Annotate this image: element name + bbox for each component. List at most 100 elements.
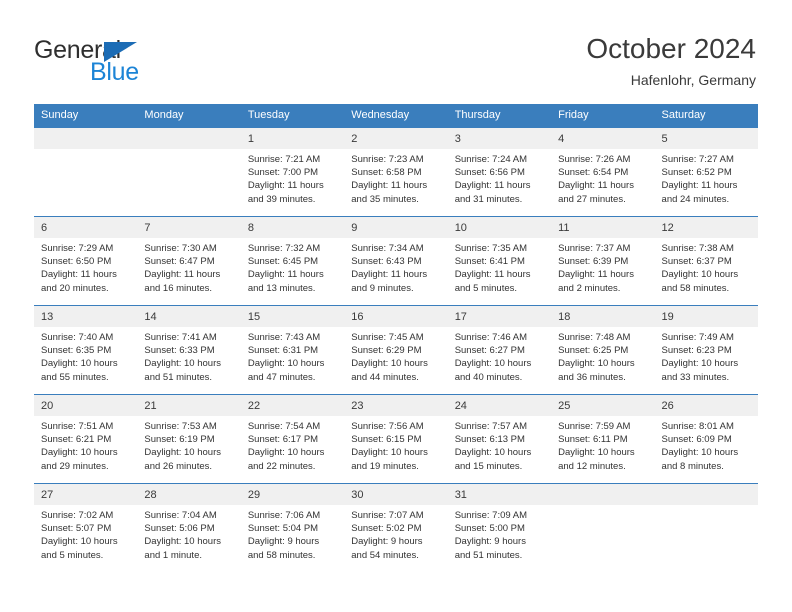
sunset-text: Sunset: 6:09 PM bbox=[661, 434, 732, 446]
calendar-day-cell[interactable]: 11 Sunrise: 7:37 AM Sunset: 6:39 PM Dayligh… bbox=[551, 216, 655, 306]
day-details: Sunrise: 7:04 AM Sunset: 5:06 PM Daylight:… bbox=[137, 505, 240, 562]
daylight-text-line2: and 36 minutes. bbox=[558, 371, 626, 383]
calendar-day-cell[interactable]: 10 Sunrise: 7:35 AM Sunset: 6:41 PM Dayligh… bbox=[447, 216, 552, 306]
day-details: Sunrise: 7:26 AM Sunset: 6:54 PM Daylight:… bbox=[551, 149, 654, 206]
daylight-text-line1: Daylight: 11 hours bbox=[41, 269, 117, 281]
weekday-header-saturday: Saturday bbox=[654, 104, 758, 128]
sunrise-text: Sunrise: 7:04 AM bbox=[144, 510, 217, 521]
calendar-day-cell[interactable]: 1 Sunrise: 7:21 AM Sunset: 7:00 PM Daylight… bbox=[240, 127, 345, 217]
day-number: 21 bbox=[137, 395, 241, 416]
calendar-day-cell[interactable]: 16 Sunrise: 7:45 AM Sunset: 6:29 PM Dayligh… bbox=[344, 305, 448, 395]
calendar-empty-cell bbox=[654, 483, 758, 572]
calendar-day-cell[interactable]: 20 Sunrise: 7:51 AM Sunset: 6:21 PM Dayligh… bbox=[34, 394, 138, 484]
calendar-day-cell[interactable]: 18 Sunrise: 7:48 AM Sunset: 6:25 PM Dayligh… bbox=[551, 305, 655, 395]
sunrise-text: Sunrise: 7:57 AM bbox=[454, 421, 528, 432]
calendar-day-cell[interactable]: 8 Sunrise: 7:32 AM Sunset: 6:45 PM Daylight… bbox=[240, 216, 345, 306]
daylight-text-line1: Daylight: 11 hours bbox=[247, 180, 324, 192]
daylight-text-line1: Daylight: 11 hours bbox=[247, 269, 324, 281]
calendar-day-cell[interactable]: 21 Sunrise: 7:53 AM Sunset: 6:19 PM Dayligh… bbox=[137, 394, 241, 484]
daylight-text-line1: Daylight: 10 hours bbox=[41, 358, 118, 370]
daylight-text-line2: and 33 minutes. bbox=[661, 371, 730, 383]
calendar-day-cell[interactable]: 4 Sunrise: 7:26 AM Sunset: 6:54 PM Daylight… bbox=[551, 127, 655, 217]
calendar-day-cell[interactable]: 6 Sunrise: 7:29 AM Sunset: 6:50 PM Daylight… bbox=[34, 216, 138, 306]
day-number: 7 bbox=[137, 217, 241, 238]
calendar-week-row: 13 Sunrise: 7:40 AM Sunset: 6:35 PM Dayligh… bbox=[34, 305, 758, 395]
calendar-week-row: 27 Sunrise: 7:02 AM Sunset: 5:07 PM Dayligh… bbox=[34, 483, 758, 572]
calendar-day-cell[interactable]: 26 Sunrise: 8:01 AM Sunset: 6:09 PM Dayligh… bbox=[654, 394, 758, 484]
sunset-text: Sunset: 6:27 PM bbox=[454, 345, 525, 357]
sunrise-text: Sunrise: 7:49 AM bbox=[661, 332, 734, 343]
sunrise-text: Sunrise: 7:56 AM bbox=[351, 421, 424, 432]
calendar-day-cell[interactable]: 14 Sunrise: 7:41 AM Sunset: 6:33 PM Dayligh… bbox=[137, 305, 241, 395]
day-number: 12 bbox=[654, 217, 758, 238]
day-number: 3 bbox=[447, 128, 552, 149]
day-details: Sunrise: 7:59 AM Sunset: 6:11 PM Daylight:… bbox=[551, 416, 654, 473]
calendar-day-cell[interactable]: 28 Sunrise: 7:04 AM Sunset: 5:06 PM Dayligh… bbox=[137, 483, 241, 572]
sunset-text: Sunset: 6:35 PM bbox=[41, 345, 112, 357]
day-details: Sunrise: 7:46 AM Sunset: 6:27 PM Daylight:… bbox=[448, 327, 551, 384]
calendar-day-cell[interactable]: 13 Sunrise: 7:40 AM Sunset: 6:35 PM Dayligh… bbox=[34, 305, 138, 395]
day-details: Sunrise: 7:41 AM Sunset: 6:33 PM Daylight:… bbox=[137, 327, 240, 384]
daylight-text-line2: and 2 minutes. bbox=[558, 282, 621, 294]
brand-logo[interactable]: General Blue bbox=[34, 36, 214, 88]
sunrise-text: Sunrise: 7:51 AM bbox=[41, 421, 114, 432]
sunset-text: Sunset: 6:23 PM bbox=[661, 345, 732, 357]
calendar-day-cell[interactable]: 5 Sunrise: 7:27 AM Sunset: 6:52 PM Daylight… bbox=[654, 127, 758, 217]
daylight-text-line1: Daylight: 10 hours bbox=[144, 536, 221, 548]
calendar-day-cell[interactable]: 25 Sunrise: 7:59 AM Sunset: 6:11 PM Dayligh… bbox=[551, 394, 655, 484]
sunset-text: Sunset: 6:50 PM bbox=[41, 256, 112, 268]
daylight-text-line1: Daylight: 11 hours bbox=[558, 269, 634, 281]
day-number bbox=[137, 128, 241, 149]
calendar-day-cell[interactable]: 7 Sunrise: 7:30 AM Sunset: 6:47 PM Daylight… bbox=[137, 216, 241, 306]
daylight-text-line1: Daylight: 9 hours bbox=[454, 536, 526, 548]
daylight-text-line1: Daylight: 10 hours bbox=[144, 358, 221, 370]
sunrise-text: Sunrise: 7:35 AM bbox=[454, 243, 528, 254]
daylight-text-line2: and 5 minutes. bbox=[454, 282, 518, 294]
daylight-text-line2: and 54 minutes. bbox=[351, 549, 419, 561]
sunset-text: Sunset: 5:04 PM bbox=[247, 523, 319, 535]
daylight-text-line1: Daylight: 10 hours bbox=[558, 358, 635, 370]
calendar-grid: Sunday Monday Tuesday Wednesday Thursday… bbox=[34, 104, 758, 572]
calendar-day-cell[interactable]: 22 Sunrise: 7:54 AM Sunset: 6:17 PM Dayligh… bbox=[240, 394, 345, 484]
daylight-text-line2: and 22 minutes. bbox=[247, 460, 316, 472]
daylight-text-line1: Daylight: 10 hours bbox=[41, 447, 118, 459]
calendar-day-cell[interactable]: 23 Sunrise: 7:56 AM Sunset: 6:15 PM Dayligh… bbox=[344, 394, 448, 484]
calendar-day-cell[interactable]: 3 Sunrise: 7:24 AM Sunset: 6:56 PM Daylight… bbox=[447, 127, 552, 217]
sunset-text: Sunset: 5:06 PM bbox=[144, 523, 215, 535]
daylight-text-line1: Daylight: 11 hours bbox=[454, 180, 531, 192]
day-details: Sunrise: 7:54 AM Sunset: 6:17 PM Daylight:… bbox=[241, 416, 344, 473]
calendar-page: General Blue October 2024 Hafenlohr, Ger… bbox=[0, 0, 792, 612]
calendar-day-cell[interactable]: 15 Sunrise: 7:43 AM Sunset: 6:31 PM Dayligh… bbox=[240, 305, 345, 395]
calendar-day-cell[interactable]: 17 Sunrise: 7:46 AM Sunset: 6:27 PM Dayligh… bbox=[447, 305, 552, 395]
daylight-text-line2: and 16 minutes. bbox=[144, 282, 213, 294]
daylight-text-line1: Daylight: 11 hours bbox=[144, 269, 221, 281]
sunrise-text: Sunrise: 7:46 AM bbox=[454, 332, 528, 343]
calendar-day-cell[interactable]: 19 Sunrise: 7:49 AM Sunset: 6:23 PM Dayligh… bbox=[654, 305, 758, 395]
calendar-day-cell[interactable]: 29 Sunrise: 7:06 AM Sunset: 5:04 PM Dayligh… bbox=[240, 483, 345, 572]
day-details: Sunrise: 7:56 AM Sunset: 6:15 PM Daylight:… bbox=[344, 416, 447, 473]
calendar-day-cell[interactable]: 27 Sunrise: 7:02 AM Sunset: 5:07 PM Dayligh… bbox=[34, 483, 138, 572]
daylight-text-line2: and 13 minutes. bbox=[247, 282, 316, 294]
sunset-text: Sunset: 6:25 PM bbox=[558, 345, 629, 357]
sunset-text: Sunset: 6:31 PM bbox=[247, 345, 319, 357]
daylight-text-line1: Daylight: 10 hours bbox=[661, 269, 739, 281]
day-number: 20 bbox=[34, 395, 138, 416]
daylight-text-line2: and 26 minutes. bbox=[144, 460, 213, 472]
sunset-text: Sunset: 6:11 PM bbox=[558, 434, 628, 446]
daylight-text-line2: and 12 minutes. bbox=[558, 460, 626, 472]
calendar-week-row: 1 Sunrise: 7:21 AM Sunset: 7:00 PM Daylight… bbox=[34, 127, 758, 217]
sunset-text: Sunset: 6:37 PM bbox=[661, 256, 732, 268]
sunset-text: Sunset: 6:41 PM bbox=[454, 256, 525, 268]
sunset-text: Sunset: 6:58 PM bbox=[351, 167, 422, 179]
day-number: 24 bbox=[447, 395, 552, 416]
calendar-day-cell[interactable]: 31 Sunrise: 7:09 AM Sunset: 5:00 PM Dayligh… bbox=[447, 483, 552, 572]
daylight-text-line1: Daylight: 10 hours bbox=[558, 447, 635, 459]
calendar-day-cell[interactable]: 9 Sunrise: 7:34 AM Sunset: 6:43 PM Daylight… bbox=[344, 216, 448, 306]
calendar-day-cell[interactable]: 30 Sunrise: 7:07 AM Sunset: 5:02 PM Dayligh… bbox=[344, 483, 448, 572]
calendar-day-cell[interactable]: 24 Sunrise: 7:57 AM Sunset: 6:13 PM Dayligh… bbox=[447, 394, 552, 484]
sunset-text: Sunset: 6:19 PM bbox=[144, 434, 215, 446]
calendar-day-cell[interactable]: 12 Sunrise: 7:38 AM Sunset: 6:37 PM Dayligh… bbox=[654, 216, 758, 306]
daylight-text-line2: and 19 minutes. bbox=[351, 460, 419, 472]
calendar-day-cell[interactable]: 2 Sunrise: 7:23 AM Sunset: 6:58 PM Daylight… bbox=[344, 127, 448, 217]
sunset-text: Sunset: 6:33 PM bbox=[144, 345, 215, 357]
